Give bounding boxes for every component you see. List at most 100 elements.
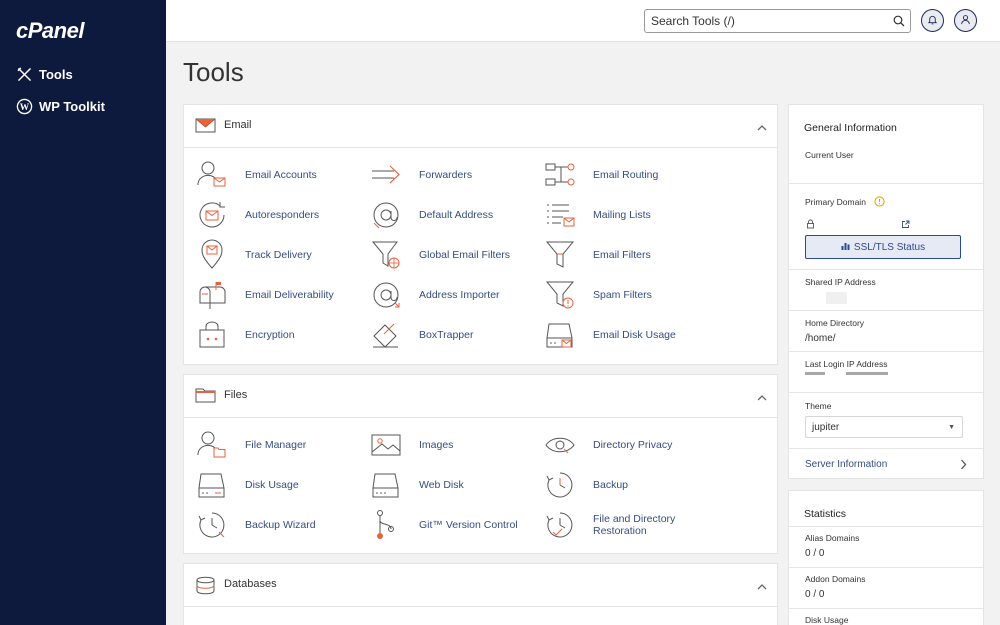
git-branch-icon — [369, 508, 403, 542]
tool-label: Address Importer — [419, 289, 500, 301]
tool-spam-filters[interactable]: Spam Filters — [543, 278, 713, 312]
stat-label: Alias Domains — [805, 533, 860, 543]
tool-label: Email Accounts — [245, 169, 317, 181]
disk-mail-icon — [543, 318, 577, 352]
database-icon — [195, 576, 216, 600]
search-box[interactable] — [644, 9, 911, 33]
web-disk-icon — [369, 468, 403, 502]
tool-label: Default Address — [419, 209, 494, 221]
clock-backup-icon — [543, 468, 577, 502]
search-icon[interactable] — [888, 15, 910, 27]
files-section-header[interactable]: Files — [184, 375, 777, 418]
general-information-panel: General Information Current User Primary… — [788, 104, 984, 479]
stats-divider — [789, 567, 983, 568]
tool-backup[interactable]: Backup — [543, 468, 713, 502]
tool-file-manager[interactable]: File Manager — [195, 428, 365, 462]
tools-icon — [16, 66, 33, 83]
boxtrapper-icon — [369, 318, 403, 352]
chevron-right-icon[interactable] — [960, 457, 967, 475]
statistics-panel: Statistics Alias Domains 0 / 0 Addon Dom… — [788, 490, 984, 625]
stat-label: Disk Usage — [805, 615, 849, 625]
cpanel-logo[interactable]: cPanel — [16, 18, 84, 44]
tool-mailing-lists[interactable]: Mailing Lists — [543, 198, 713, 232]
tool-label: Directory Privacy — [593, 439, 673, 451]
top-header — [166, 0, 1000, 42]
tool-label: Disk Usage — [245, 479, 299, 491]
tool-label: Forwarders — [419, 169, 473, 181]
info-divider — [789, 105, 983, 184]
mailbox-icon — [195, 278, 229, 312]
forward-arrow-icon — [369, 158, 403, 192]
tool-label: Encryption — [245, 329, 295, 341]
tool-images[interactable]: Images — [369, 428, 539, 462]
tool-label: Track Delivery — [245, 249, 312, 261]
user-icon — [960, 12, 971, 30]
funnel-warning-icon — [543, 278, 577, 312]
notifications-button[interactable] — [921, 9, 944, 32]
tool-disk-usage[interactable]: Disk Usage — [195, 468, 365, 502]
tool-global-email-filters[interactable]: Global Email Filters — [369, 238, 539, 272]
search-input[interactable] — [651, 11, 888, 31]
tool-email-routing[interactable]: Email Routing — [543, 158, 713, 192]
email-section-header[interactable]: Email — [184, 105, 777, 148]
eye-icon — [543, 428, 577, 462]
databases-section-header[interactable]: Databases — [184, 564, 777, 607]
user-menu-button[interactable] — [954, 9, 977, 32]
tool-label: Git™ Version Control — [419, 519, 518, 531]
tool-address-importer[interactable]: Address Importer — [369, 278, 539, 312]
tool-label: Email Disk Usage — [593, 329, 676, 341]
folder-icon — [195, 387, 216, 409]
sidebar-item-label: WP Toolkit — [39, 98, 105, 114]
tool-email-deliverability[interactable]: Email Deliverability — [195, 278, 365, 312]
databases-section: Databases — [183, 563, 778, 625]
tool-web-disk[interactable]: Web Disk — [369, 468, 539, 502]
stat-value: 0 / 0 — [805, 589, 825, 600]
sidebar-item-wp-toolkit[interactable]: W WP Toolkit — [16, 96, 105, 116]
tool-boxtrapper[interactable]: BoxTrapper — [369, 318, 539, 352]
tool-autoresponders[interactable]: Autoresponders — [195, 198, 365, 232]
tool-default-address[interactable]: Default Address — [369, 198, 539, 232]
tool-label: Email Filters — [593, 249, 651, 261]
tool-track-delivery[interactable]: Track Delivery — [195, 238, 365, 272]
chevron-up-icon[interactable] — [757, 389, 767, 407]
info-divider — [789, 311, 983, 352]
section-title: Files — [224, 389, 248, 401]
tool-directory-privacy[interactable]: Directory Privacy — [543, 428, 713, 462]
funnel-globe-icon — [369, 238, 403, 272]
tool-label: Email Deliverability — [245, 289, 334, 301]
tool-git-version-control[interactable]: Git™ Version Control — [369, 508, 539, 542]
tool-backup-wizard[interactable]: Backup Wizard — [195, 508, 365, 542]
tool-forwarders[interactable]: Forwarders — [369, 158, 539, 192]
tool-email-filters[interactable]: Email Filters — [543, 238, 713, 272]
server-information-link[interactable]: Server Information — [805, 459, 887, 470]
tool-label: Global Email Filters — [419, 249, 511, 261]
sidebar-item-tools[interactable]: Tools — [16, 64, 73, 84]
tool-email-accounts[interactable]: Email Accounts — [195, 158, 365, 192]
info-divider — [789, 270, 983, 311]
tool-label: Images — [419, 439, 454, 451]
tool-file-directory-restoration[interactable]: File and Directory Restoration — [543, 508, 713, 542]
sidebar: cPanel Tools W WP Toolkit — [0, 0, 166, 625]
tool-email-disk-usage[interactable]: Email Disk Usage — [543, 318, 713, 352]
chevron-up-icon[interactable] — [757, 119, 767, 137]
user-mail-icon — [195, 158, 229, 192]
stats-divider — [789, 608, 983, 609]
funnel-icon — [543, 238, 577, 272]
clock-wizard-icon — [195, 508, 229, 542]
chevron-up-icon[interactable] — [757, 578, 767, 596]
sidebar-item-label: Tools — [39, 66, 73, 82]
at-sign-icon — [369, 198, 403, 232]
info-divider — [789, 393, 983, 449]
user-folder-icon — [195, 428, 229, 462]
svg-text:W: W — [20, 102, 30, 112]
files-section: Files File Manager Images Directory Priv… — [183, 374, 778, 554]
lock-box-icon — [195, 318, 229, 352]
section-title: Databases — [224, 578, 277, 590]
stat-value: 0 / 0 — [805, 548, 825, 559]
statistics-title: Statistics — [804, 508, 847, 520]
list-icon — [543, 198, 577, 232]
tool-label: Autoresponders — [245, 209, 320, 221]
tool-encryption[interactable]: Encryption — [195, 318, 365, 352]
tool-label: Backup — [593, 479, 629, 491]
envelope-icon — [195, 117, 216, 139]
